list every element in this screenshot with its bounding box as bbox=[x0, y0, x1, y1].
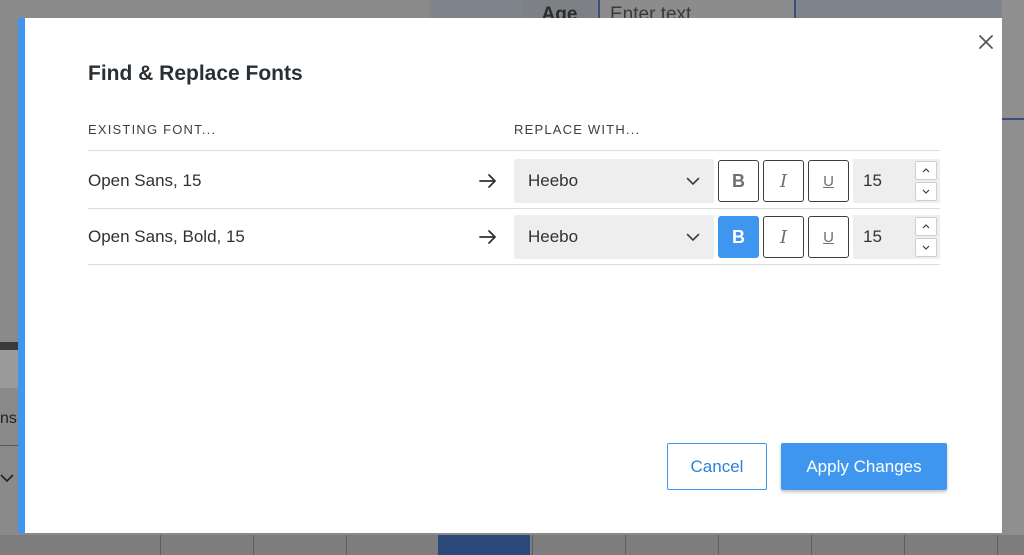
chevron-down-icon bbox=[922, 245, 930, 250]
italic-toggle-button[interactable]: I bbox=[763, 160, 804, 202]
decrement-button[interactable] bbox=[915, 238, 937, 257]
decrement-button[interactable] bbox=[915, 182, 937, 201]
font-size-stepper bbox=[853, 159, 940, 203]
background-right-panel bbox=[1002, 0, 1024, 555]
increment-button[interactable] bbox=[915, 217, 937, 236]
bold-toggle-button[interactable]: B bbox=[718, 160, 759, 202]
replace-with-column-header: REPLACE WITH... bbox=[514, 122, 641, 137]
background-selected-cell bbox=[438, 535, 530, 555]
background-divider bbox=[1002, 118, 1024, 120]
background-left-text: ns bbox=[0, 410, 17, 427]
underline-toggle-button[interactable]: U bbox=[808, 160, 849, 202]
existing-font-label: Open Sans, Bold, 15 bbox=[88, 227, 245, 246]
existing-font-label: Open Sans, 15 bbox=[88, 171, 202, 190]
chevron-up-icon bbox=[922, 224, 930, 229]
chevron-down-icon bbox=[0, 470, 14, 486]
replacement-font-select[interactable]: Heebo bbox=[514, 159, 714, 203]
increment-button[interactable] bbox=[915, 161, 937, 180]
chevron-down-icon bbox=[686, 177, 700, 185]
replacement-font-value: Heebo bbox=[528, 227, 579, 246]
divider bbox=[88, 208, 940, 209]
bold-toggle-button[interactable]: B bbox=[718, 216, 759, 258]
font-size-input[interactable] bbox=[863, 159, 913, 203]
background-table-cells bbox=[68, 535, 1008, 555]
background-age-header-cell: Age bbox=[522, 0, 597, 18]
apply-changes-button[interactable]: Apply Changes bbox=[781, 443, 947, 490]
close-button[interactable] bbox=[972, 28, 1000, 56]
replacement-font-value: Heebo bbox=[528, 171, 579, 190]
divider bbox=[88, 150, 940, 151]
existing-font-column-header: EXISTING FONT... bbox=[88, 122, 217, 137]
dialog-title: Find & Replace Fonts bbox=[88, 62, 303, 85]
font-replacement-row: Open Sans, Bold, 15 Heebo B I U bbox=[88, 215, 940, 259]
chevron-down-icon bbox=[922, 189, 930, 194]
arrow-right-icon bbox=[479, 174, 496, 188]
arrow-right-icon bbox=[479, 230, 496, 244]
background-left-divider bbox=[0, 445, 18, 446]
background-left-bar bbox=[0, 342, 18, 350]
font-size-input[interactable] bbox=[863, 215, 913, 259]
find-replace-fonts-dialog: Find & Replace Fonts EXISTING FONT... RE… bbox=[18, 18, 1002, 533]
italic-toggle-button[interactable]: I bbox=[763, 216, 804, 258]
font-replacement-row: Open Sans, 15 Heebo B I U bbox=[88, 159, 940, 203]
font-size-stepper bbox=[853, 215, 940, 259]
cancel-button[interactable]: Cancel bbox=[667, 443, 767, 490]
divider bbox=[88, 264, 940, 265]
underline-toggle-button[interactable]: U bbox=[808, 216, 849, 258]
chevron-up-icon bbox=[922, 168, 930, 173]
background-text-input-cell: Enter text bbox=[598, 0, 796, 18]
replacement-font-select[interactable]: Heebo bbox=[514, 215, 714, 259]
close-icon bbox=[979, 35, 993, 49]
chevron-down-icon bbox=[686, 233, 700, 241]
background-left-band bbox=[0, 350, 18, 388]
